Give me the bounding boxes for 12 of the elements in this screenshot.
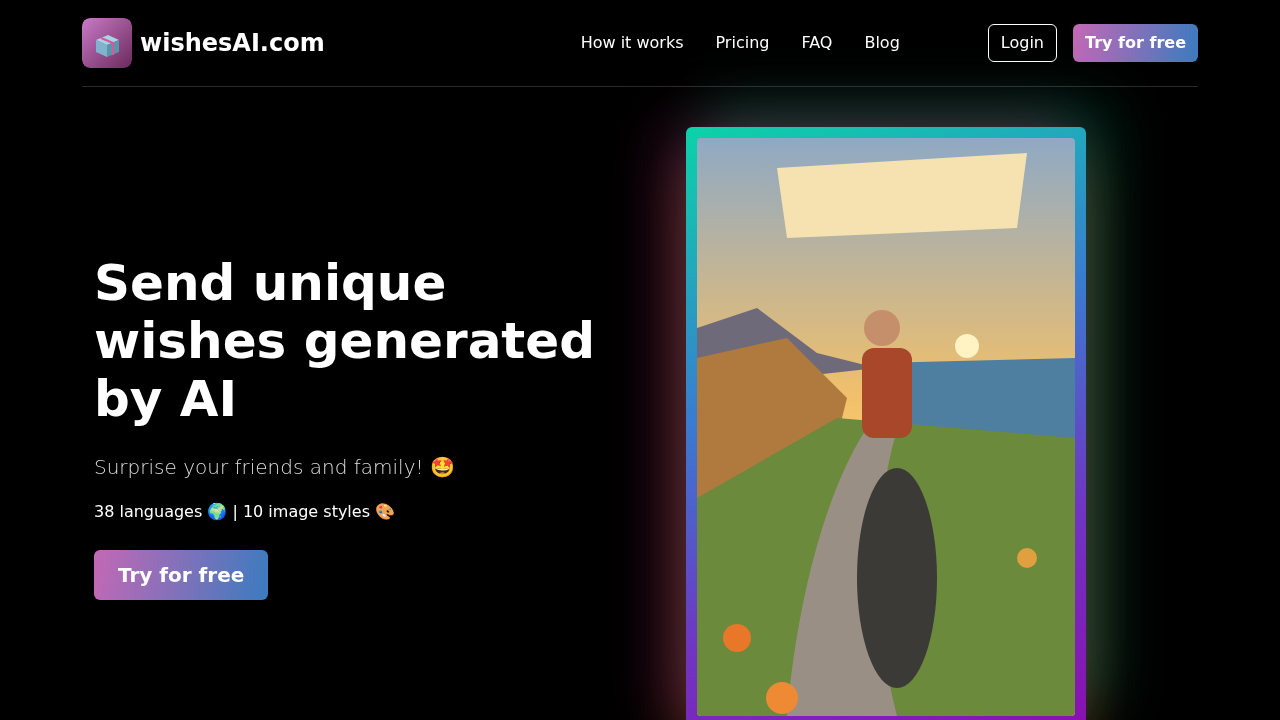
try-free-button[interactable]: Try for free — [94, 550, 269, 600]
nav-link[interactable]: Pricing — [699, 31, 786, 55]
nav-link[interactable]: FAQ — [785, 31, 849, 55]
brand-name[interactable]: wishesAI.com — [140, 25, 325, 61]
feature-summary: 38 languages 🌍 | 10 image styles 🎨 — [94, 501, 397, 523]
gift-box-icon[interactable] — [82, 18, 132, 68]
hero-heading: Send unique wishes generated by AI — [94, 254, 596, 428]
try-free-button[interactable]: Try for free — [1073, 24, 1198, 62]
nav-link[interactable]: Blog — [848, 31, 916, 55]
login-button[interactable]: Login — [987, 24, 1057, 62]
nav-link[interactable]: How it works — [564, 31, 700, 55]
hero-subtitle: Surprise your friends and family! 🤩 — [94, 454, 456, 481]
